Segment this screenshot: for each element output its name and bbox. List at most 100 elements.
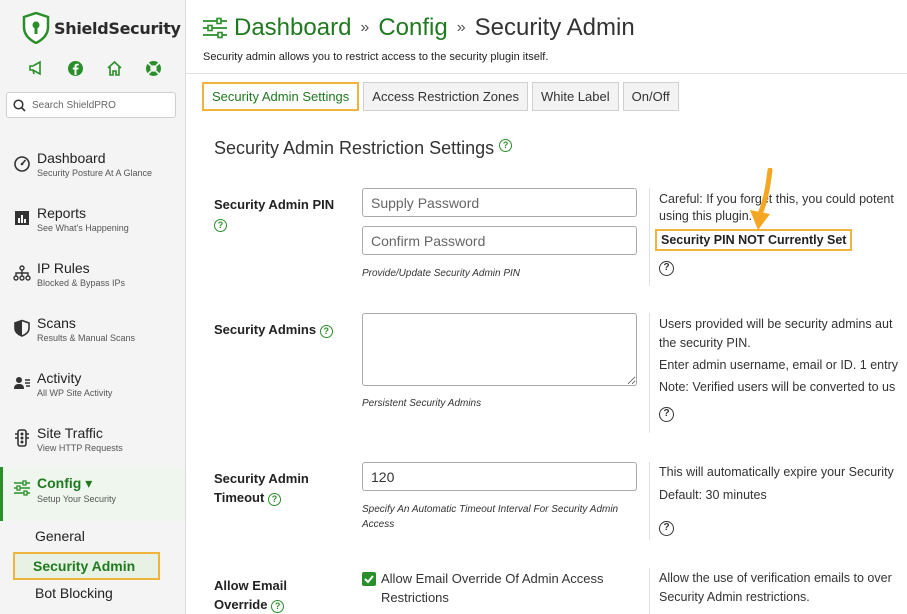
admins-label: Security Admins ? [214,320,333,339]
sidebar-item-activity[interactable]: Activity All WP Site Activity [0,366,185,414]
sidebar-item-title: Scans [37,315,76,331]
pin-confirm-input[interactable] [362,226,637,255]
admins-desc-line: Note: Verified users will be converted t… [659,380,896,394]
page-title: Security Admin [474,14,635,41]
facebook-icon[interactable] [67,60,84,77]
sidebar-item-ip-rules[interactable]: IP Rules Blocked & Bypass IPs [0,256,185,304]
lifebuoy-icon[interactable] [145,60,162,77]
pin-desc-line: Careful: If you forget this, you could p… [659,192,894,206]
timeout-label-text: Security Admin [214,471,309,486]
help-icon[interactable]: ? [271,600,285,613]
sidebar-item-subtitle: Security Posture At A Glance [37,168,153,178]
timeout-input[interactable] [362,462,637,491]
email-override-desc-line: Security Admin restrictions. [659,590,810,604]
search-input[interactable] [32,99,162,111]
sidebar-item-reports[interactable]: Reports See What's Happening [0,201,185,249]
sidebar-item-title: IP Rules [37,260,90,276]
breadcrumb-dashboard-link[interactable]: Dashboard [234,14,351,42]
shield-logo-icon [22,12,50,44]
timeout-desc-line: Default: 30 minutes [659,488,767,502]
sidebar-item-subtitle: View HTTP Requests [37,443,123,453]
breadcrumb-separator: » [360,19,370,36]
pin-hint: Provide/Update Security Admin PIN [362,268,521,279]
help-icon[interactable]: ? [499,139,513,152]
network-icon [13,265,31,281]
checkmark-icon [364,575,374,584]
section-title: Security Admin Restriction Settings ? [214,138,513,159]
annotation-arrow-icon [750,168,773,230]
sliders-icon [203,17,227,39]
email-override-label: Allow Email Override ? [214,576,287,614]
social-links [28,60,162,77]
email-override-description: Allow the use of verification emails to … [649,568,907,614]
breadcrumb-config-link[interactable]: Config [378,14,447,42]
sidebar-item-subtitle: See What's Happening [37,223,129,233]
main-content: Dashboard » Config » Security Admin Secu… [186,0,907,614]
sidebar-item-title: Reports [37,205,87,221]
pin-description: Careful: If you forget this, you could p… [649,188,907,286]
sidebar-item-title: Config ▾ [37,475,93,491]
sidebar-subitem-security-admin[interactable]: Security Admin [13,552,160,580]
tab-security-admin-settings[interactable]: Security Admin Settings [202,82,360,111]
sidebar-item-title: Site Traffic [37,425,103,441]
admins-hint: Persistent Security Admins [362,398,482,409]
security-admins-textarea[interactable] [362,313,637,386]
admins-description: Users provided will be security admins a… [649,313,907,433]
email-override-label-text: Override [214,597,268,612]
megaphone-icon[interactable] [28,60,45,77]
tab-white-label[interactable]: White Label [531,82,619,111]
sidebar-item-site-traffic[interactable]: Site Traffic View HTTP Requests [0,421,185,469]
sidebar-item-config[interactable]: Config ▾ Setup Your Security [0,467,185,521]
home-icon[interactable] [106,60,123,77]
shield-half-icon [14,319,30,337]
timeout-desc-line: This will automatically expire your Secu… [659,465,894,479]
sidebar-item-subtitle: Setup Your Security [37,494,117,504]
tab-on-off[interactable]: On/Off [622,82,679,111]
sidebar-item-title: Dashboard [37,150,106,166]
timeout-description: This will automatically expire your Secu… [649,462,907,540]
tab-bar: Security Admin Settings Access Restricti… [202,82,683,111]
sidebar-item-dashboard[interactable]: Dashboard Security Posture At A Glance [0,146,185,194]
pin-label: Security Admin PIN ? [214,195,334,233]
help-icon[interactable]: ? [214,219,227,232]
search-box[interactable] [6,92,176,118]
traffic-icon [15,429,29,447]
timeout-hint: Specify An Automatic Timeout Interval Fo… [362,504,619,530]
timeout-label: Security Admin Timeout ? [214,469,309,507]
search-icon [13,98,26,112]
email-override-checkbox[interactable] [362,572,376,586]
admins-label-text: Security Admins [214,322,317,337]
sidebar-item-subtitle: All WP Site Activity [37,388,113,398]
help-icon[interactable]: ? [659,261,674,276]
timeout-label-text: Timeout [214,490,265,505]
pin-label-text: Security Admin PIN [214,197,335,212]
sidebar-item-subtitle: Blocked & Bypass IPs [37,278,126,288]
sliders-icon [14,480,30,496]
brand-logo[interactable]: ShieldSecurity [22,12,181,44]
tab-access-restriction-zones[interactable]: Access Restriction Zones [363,82,528,111]
header-divider [186,73,907,74]
help-icon[interactable]: ? [319,325,333,338]
sidebar-subitem-bot-blocking[interactable]: Bot Blocking [35,585,113,601]
help-icon[interactable]: ? [659,407,674,422]
pin-desc-line: using this plugin. [659,209,753,223]
breadcrumb: Dashboard » Config » Security Admin [202,14,635,42]
breadcrumb-separator: » [456,19,466,36]
sidebar-item-scans[interactable]: Scans Results & Manual Scans [0,311,185,359]
email-override-checkbox-label[interactable]: Allow Email Override Of Admin Access Res… [381,569,631,607]
admins-desc-line: the security PIN. [659,336,751,350]
help-icon[interactable]: ? [267,493,281,506]
pin-password-input[interactable] [362,188,637,217]
reports-icon [15,211,29,225]
sidebar-subitem-general[interactable]: General [35,528,85,544]
email-override-label-text: Allow Email [214,578,287,593]
pin-status-badge: Security PIN NOT Currently Set [655,229,853,251]
users-icon [14,377,30,389]
help-icon[interactable]: ? [659,521,674,536]
admins-desc-line: Enter admin username, email or ID. 1 ent… [659,358,898,372]
gauge-icon [14,156,30,172]
admins-desc-line: Users provided will be security admins a… [659,317,893,331]
section-title-text: Security Admin Restriction Settings [214,138,495,158]
sidebar-item-title: Activity [37,370,82,386]
email-override-desc-line: Allow the use of verification emails to … [659,571,892,585]
